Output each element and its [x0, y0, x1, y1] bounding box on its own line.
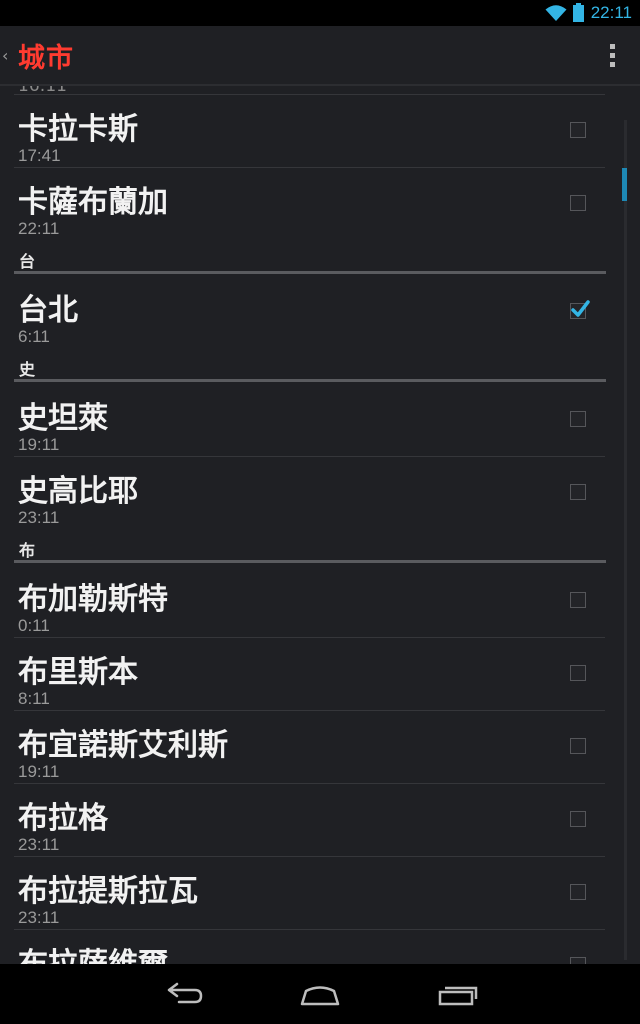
checkbox[interactable] — [570, 957, 586, 964]
city-name: 史高比耶 — [18, 474, 138, 509]
battery-icon — [573, 3, 584, 22]
city-list-item[interactable]: 卡薩布蘭加 22:11 — [0, 167, 610, 240]
checkbox[interactable] — [570, 811, 586, 827]
city-local-time: 17:41 — [18, 146, 61, 165]
checkbox[interactable] — [570, 195, 586, 211]
section-header-label: 台 — [19, 252, 36, 271]
section-header-label: 史 — [19, 360, 36, 379]
city-local-time: 23:11 — [18, 835, 60, 854]
city-local-time: 23:11 — [18, 508, 60, 527]
action-bar: ‹ 城市 — [0, 26, 640, 86]
city-name: 布拉提斯拉瓦 — [18, 874, 198, 909]
checkbox[interactable] — [570, 884, 586, 900]
city-list[interactable]: 16:11 卡拉卡斯 17:41 卡薩布蘭加 22:11 台台北 6:11 史史坦萊 19:1… — [0, 86, 640, 964]
city-list-item[interactable]: 布拉格 23:11 — [0, 783, 610, 856]
city-local-time: 19:11 — [18, 762, 60, 781]
section-header: 史 — [0, 348, 610, 382]
city-list-item[interactable]: 布拉薩維爾 — [0, 929, 610, 964]
checkbox-checked[interactable] — [570, 300, 590, 319]
section-header: 台 — [0, 240, 610, 274]
city-list-item[interactable]: 布宜諾斯艾利斯 19:11 — [0, 710, 610, 783]
section-header-label: 布 — [19, 541, 36, 560]
status-time: 22:11 — [590, 3, 632, 22]
checkbox[interactable] — [570, 665, 586, 681]
city-local-time: 6:11 — [18, 327, 50, 346]
city-list-item[interactable]: 布里斯本 8:11 — [0, 637, 610, 710]
page-title[interactable]: 城市 — [18, 36, 74, 75]
city-list-item[interactable]: 史高比耶 23:11 — [0, 456, 610, 529]
section-header: 布 — [0, 529, 610, 563]
city-name: 布宜諾斯艾利斯 — [18, 728, 228, 763]
overflow-menu-icon[interactable] — [608, 44, 616, 70]
city-name: 布里斯本 — [18, 655, 138, 690]
checkmark-icon — [571, 300, 590, 317]
section-divider — [14, 560, 606, 563]
city-name: 布拉薩維爾 — [18, 939, 168, 964]
city-name: 布拉格 — [18, 801, 108, 836]
clock-cities-screen: 22:11 ‹ 城市 16:11 卡拉卡斯 17:41 卡薩布蘭加 22:11 台台北 6… — [0, 0, 640, 1024]
city-local-time: 19:11 — [18, 435, 60, 454]
section-divider — [14, 379, 606, 382]
scrollbar-thumb[interactable] — [622, 168, 627, 201]
city-list-item[interactable]: 布拉提斯拉瓦 23:11 — [0, 856, 610, 929]
navigation-bar — [0, 964, 640, 1024]
checkbox[interactable] — [570, 411, 586, 427]
up-chevron-icon[interactable]: ‹ — [2, 46, 8, 65]
city-local-time: 23:11 — [18, 908, 60, 927]
home-icon[interactable] — [290, 976, 350, 1012]
city-list-item[interactable]: 台北 6:11 — [0, 275, 610, 348]
city-local-time: 8:11 — [18, 689, 50, 708]
city-local-time: 0:11 — [18, 616, 50, 635]
city-list-item[interactable]: 卡拉卡斯 17:41 — [0, 94, 610, 167]
city-name: 布加勒斯特 — [18, 582, 168, 617]
city-local-time: 22:11 — [18, 219, 60, 238]
checkbox[interactable] — [570, 122, 586, 138]
back-icon[interactable] — [155, 976, 215, 1012]
section-divider — [14, 271, 606, 274]
checkbox[interactable] — [570, 738, 586, 754]
wifi-icon — [545, 5, 567, 21]
city-name: 史坦萊 — [18, 401, 108, 436]
checkbox[interactable] — [570, 484, 586, 500]
city-name: 台北 — [18, 293, 78, 328]
city-name: 卡薩布蘭加 — [18, 185, 168, 220]
city-name: 卡拉卡斯 — [18, 112, 138, 147]
city-list-item[interactable]: 布加勒斯特 0:11 — [0, 564, 610, 637]
checkbox[interactable] — [570, 592, 586, 608]
recent-apps-icon[interactable] — [428, 976, 488, 1012]
status-bar: 22:11 — [0, 0, 640, 26]
scrollbar-track[interactable] — [624, 120, 627, 960]
city-list-item[interactable]: 史坦萊 19:11 — [0, 383, 610, 456]
